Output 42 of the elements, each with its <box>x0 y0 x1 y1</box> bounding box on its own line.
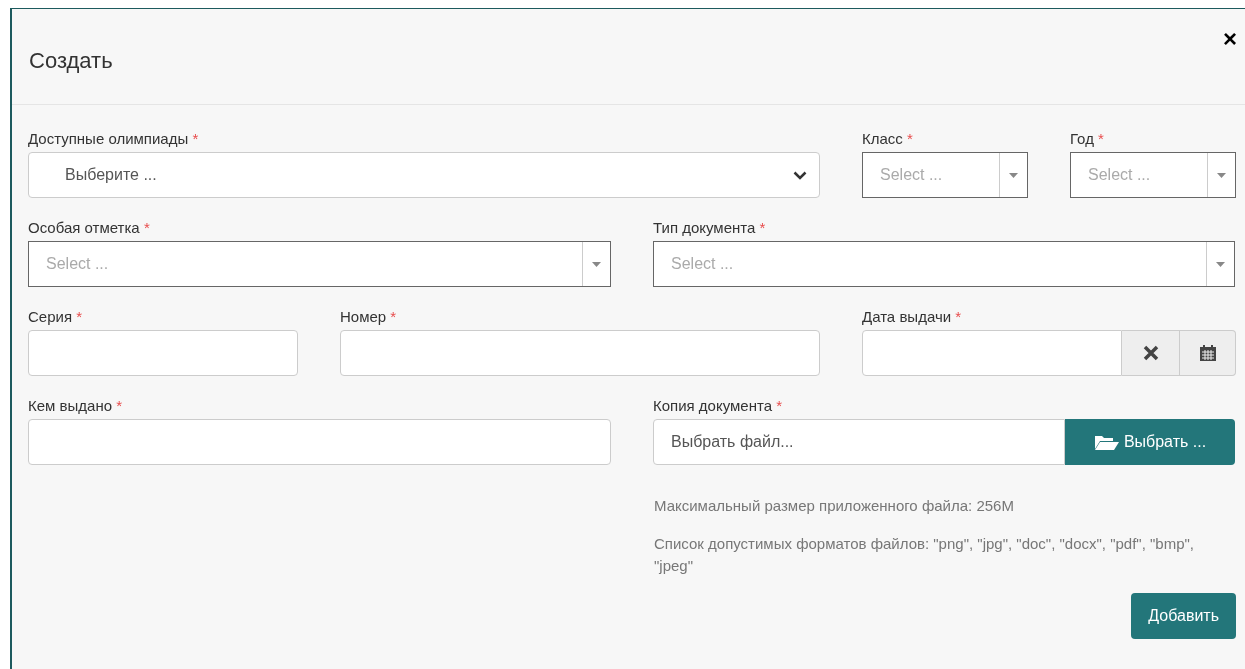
calendar-button[interactable] <box>1180 330 1236 376</box>
caret-icon <box>1217 172 1226 178</box>
dropdown-select[interactable]: Выберите ... <box>28 152 820 198</box>
date-input-field[interactable] <box>862 330 1122 376</box>
file-name-field[interactable]: Выбрать файл... <box>653 419 1065 465</box>
input-field[interactable] <box>28 330 298 376</box>
field-label: Класс <box>862 130 903 147</box>
field-label: Кем выдано <box>28 397 113 414</box>
required-mark: * <box>116 397 123 414</box>
caret-icon <box>592 261 601 267</box>
field-label: Тип документа <box>653 219 756 236</box>
required-mark: * <box>907 130 913 147</box>
clear-button[interactable] <box>1122 330 1180 376</box>
required-mark: * <box>1098 130 1104 147</box>
required-mark: * <box>143 219 150 236</box>
browse-button[interactable]: Выбрать ... <box>1065 419 1235 465</box>
field-label: Серия <box>28 308 73 325</box>
field-label: Год <box>1070 130 1094 147</box>
field-label: Дата выдачи <box>862 308 952 325</box>
required-mark: * <box>390 308 397 325</box>
required-mark: * <box>759 219 766 236</box>
close-icon <box>1142 345 1159 361</box>
folder-icon <box>1093 433 1120 451</box>
required-mark: * <box>776 397 783 414</box>
calendar-icon <box>1198 344 1217 362</box>
input-field[interactable] <box>28 419 611 465</box>
caret-icon <box>1216 261 1225 267</box>
field-label: Копия документа <box>653 397 772 414</box>
dialog-title: Создать <box>29 47 113 75</box>
add-button[interactable]: Добавить <box>1131 593 1236 639</box>
chevron-down-icon <box>793 170 807 180</box>
close-button[interactable]: × <box>1223 27 1237 51</box>
required-mark: * <box>955 308 962 325</box>
required-mark: * <box>76 308 83 325</box>
input-field[interactable] <box>340 330 820 376</box>
caret-icon <box>1009 172 1018 178</box>
field-label: Номер <box>340 308 387 325</box>
field-label: Особая отметка <box>28 219 140 236</box>
help-text: Список допустимых форматов файлов: "png", "jpg", "doc", "docx", "pdf", "bmp", "jpeg" <box>654 534 1195 576</box>
help-text: Максимальный размер приложенного файла: 256M <box>654 496 1015 516</box>
field-label: Доступные олимпиады <box>28 130 189 147</box>
required-mark: * <box>192 130 199 147</box>
